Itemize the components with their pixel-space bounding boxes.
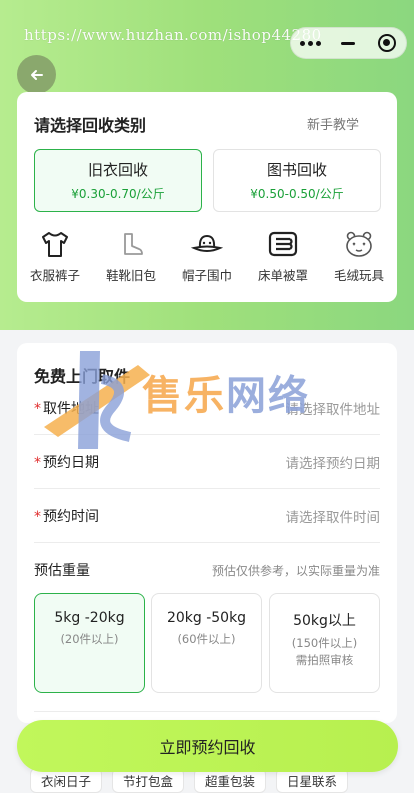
arrow-left-icon — [30, 69, 43, 80]
more-dots-icon[interactable] — [291, 28, 329, 58]
item-clothes[interactable]: 衣服裤子 — [17, 230, 93, 284]
item-bedding[interactable]: 床单被罩 — [245, 230, 321, 284]
mini-program-capsule — [290, 27, 407, 59]
category-name: 旧衣回收 — [87, 161, 148, 179]
minus-icon[interactable] — [329, 28, 367, 58]
hat-icon — [191, 234, 223, 252]
book-pickup-button[interactable]: 立即预约回收 — [17, 720, 398, 772]
back-button[interactable] — [17, 55, 56, 94]
weight-count: (150件以上) — [291, 636, 358, 650]
date-field[interactable]: * 预约日期 请选择预约日期 — [34, 435, 380, 489]
watermark-logo-text: 售乐网络 — [142, 373, 310, 419]
item-label: 鞋靴旧包 — [105, 268, 156, 283]
tutorial-link[interactable]: 新手教学 — [307, 114, 359, 133]
weight-range: 20kg -50kg — [166, 610, 247, 626]
weight-review-note: 需拍照审核 — [295, 653, 354, 667]
item-hats[interactable]: 帽子围巾 — [169, 230, 245, 284]
weight-option-large[interactable]: 50kg以上 (150件以上) 需拍照审核 — [269, 593, 380, 693]
item-label: 帽子围巾 — [181, 268, 232, 283]
category-price: ¥0.50-0.50/公斤 — [250, 187, 344, 201]
required-mark: * — [34, 454, 41, 471]
field-label: * 取件地址 — [34, 400, 99, 417]
category-clothes[interactable]: 旧衣回收 ¥0.30-0.70/公斤 — [34, 149, 202, 212]
weight-header: 预估重量 预估仅供参考，以实际重量为准 — [34, 560, 380, 580]
target-icon[interactable] — [368, 28, 406, 58]
plush-toy-icon — [346, 231, 372, 257]
weight-tip: 预估仅供参考，以实际重量为准 — [211, 563, 380, 578]
item-plush[interactable]: 毛绒玩具 — [321, 230, 397, 284]
weight-count: (60件以上) — [177, 632, 236, 646]
weight-count: (20件以上) — [60, 632, 119, 646]
weight-option-small[interactable]: 5kg -20kg (20件以上) — [34, 593, 145, 693]
required-mark: * — [34, 400, 41, 417]
bedding-icon — [268, 231, 298, 257]
item-label: 毛绒玩具 — [333, 268, 384, 283]
item-label: 衣服裤子 — [29, 268, 80, 283]
category-books[interactable]: 图书回收 ¥0.50-0.50/公斤 — [213, 149, 381, 212]
category-title: 请选择回收类别 — [34, 116, 147, 135]
time-field[interactable]: * 预约时间 请选择取件时间 — [34, 489, 380, 543]
divider — [34, 711, 380, 712]
date-placeholder: 请选择预约日期 — [285, 455, 381, 472]
time-placeholder: 请选择取件时间 — [285, 509, 381, 526]
weight-option-medium[interactable]: 20kg -50kg (60件以上) — [151, 593, 262, 693]
required-mark: * — [34, 508, 41, 525]
item-type-list: 衣服裤子 鞋靴旧包 帽子围巾 床单被罩 毛绒玩具 — [17, 230, 397, 284]
category-price: ¥0.30-0.70/公斤 — [71, 187, 165, 201]
item-shoes[interactable]: 鞋靴旧包 — [93, 230, 169, 284]
category-card: 请选择回收类别 新手教学 旧衣回收 ¥0.30-0.70/公斤 图书回收 ¥0.… — [17, 92, 397, 302]
weight-range: 5kg -20kg — [54, 610, 125, 626]
category-name: 图书回收 — [266, 161, 327, 179]
watermark-url: https://www.huzhan.com/ishop44280 — [24, 26, 322, 44]
tshirt-icon — [42, 232, 68, 257]
field-label: * 预约时间 — [34, 508, 99, 525]
boot-icon — [124, 233, 143, 255]
field-label: * 预约日期 — [34, 454, 99, 471]
item-label: 床单被罩 — [257, 268, 308, 283]
weight-label: 预估重量 — [34, 563, 90, 579]
weight-range: 50kg以上 — [293, 613, 356, 629]
